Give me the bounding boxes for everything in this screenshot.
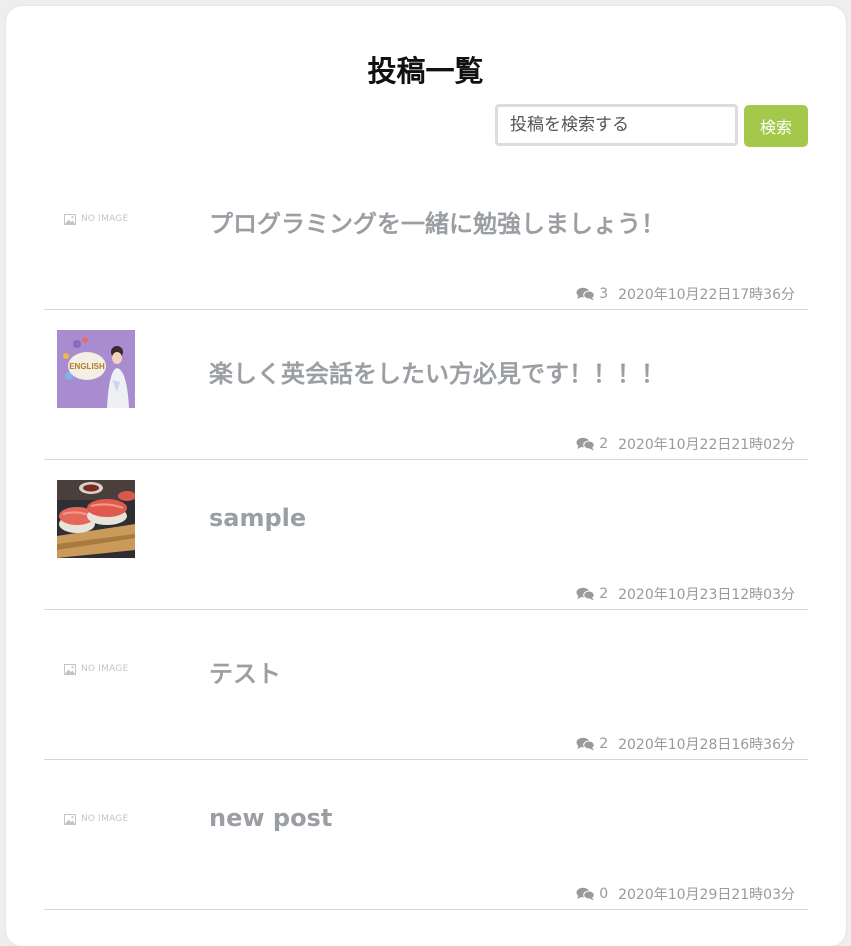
comments-icon — [576, 587, 595, 601]
post-meta: 2 2020年10月23日12時03分 — [576, 584, 795, 604]
post-title[interactable]: sample — [209, 504, 306, 532]
post-thumbnail[interactable] — [57, 480, 135, 558]
page-title: 投稿一覧 — [367, 54, 484, 88]
thumb-text: ENGLISH — [69, 362, 105, 371]
post-date: 2020年10月23日12時03分 — [618, 587, 795, 603]
comment-count: 2 — [599, 436, 609, 452]
post-title[interactable]: new post — [209, 804, 332, 832]
post-thumbnail[interactable]: ENGLISH — [57, 330, 135, 408]
post-item[interactable]: ENGLISH 楽しく英会話をしたい方必見です！！！！ 2 2020年10月22… — [44, 310, 808, 460]
post-title[interactable]: テスト — [209, 654, 281, 689]
post-item[interactable]: sample 2 2020年10月23日12時03分 — [44, 460, 808, 610]
post-item[interactable]: NO IMAGE new post 0 2020年10月29日21時03分 — [44, 760, 808, 910]
comments-icon — [576, 737, 595, 751]
post-meta: 0 2020年10月29日21時03分 — [576, 884, 795, 904]
no-image-placeholder: NO IMAGE — [64, 812, 128, 826]
post-meta: 2 2020年10月28日16時36分 — [576, 734, 795, 754]
no-image-label: NO IMAGE — [81, 814, 129, 824]
no-image-label: NO IMAGE — [81, 664, 129, 674]
comment-count: 0 — [599, 886, 609, 902]
post-list: NO IMAGE プログラミングを一緒に勉強しましょう！ 3 2020年10月2… — [44, 160, 808, 910]
search-button[interactable]: 検索 — [744, 105, 808, 147]
image-icon — [64, 213, 76, 225]
comments-icon — [576, 437, 595, 451]
comment-count: 2 — [599, 736, 609, 752]
post-date: 2020年10月29日21時03分 — [618, 887, 795, 903]
post-date: 2020年10月22日21時02分 — [618, 437, 795, 453]
post-date: 2020年10月28日16時36分 — [618, 737, 795, 753]
post-item[interactable]: NO IMAGE テスト 2 2020年10月28日16時36分 — [44, 610, 808, 760]
no-image-placeholder: NO IMAGE — [64, 212, 128, 226]
post-title[interactable]: 楽しく英会話をしたい方必見です！！！！ — [209, 354, 665, 389]
post-date: 2020年10月22日17時36分 — [618, 287, 795, 303]
comments-icon — [576, 887, 595, 901]
post-title[interactable]: プログラミングを一緒に勉強しましょう！ — [209, 204, 665, 239]
post-meta: 2 2020年10月22日21時02分 — [576, 434, 795, 454]
comment-count: 2 — [599, 586, 609, 602]
image-icon — [64, 663, 76, 675]
no-image-label: NO IMAGE — [81, 214, 129, 224]
post-meta: 3 2020年10月22日17時36分 — [576, 284, 795, 304]
post-item[interactable]: NO IMAGE プログラミングを一緒に勉強しましょう！ 3 2020年10月2… — [44, 160, 808, 310]
search-input[interactable] — [495, 104, 738, 146]
comment-count: 3 — [599, 286, 609, 302]
comments-icon — [576, 287, 595, 301]
image-icon — [64, 813, 76, 825]
no-image-placeholder: NO IMAGE — [64, 662, 128, 676]
